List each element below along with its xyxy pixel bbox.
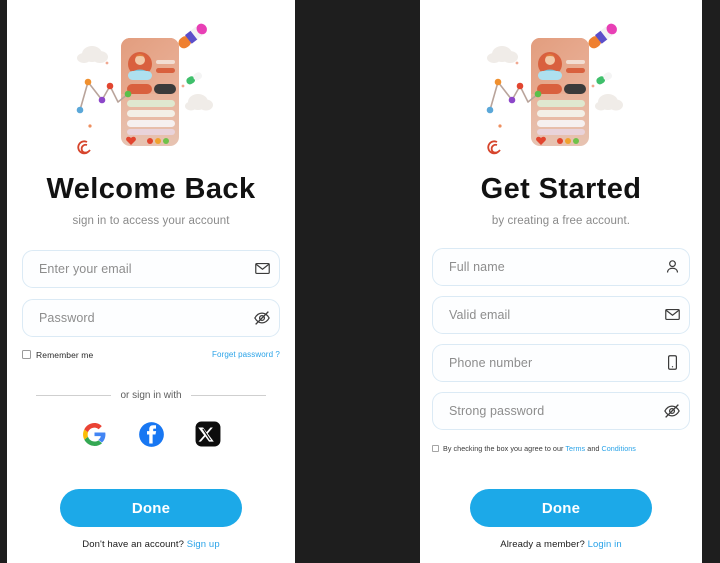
left-gutter — [0, 0, 7, 563]
login-form: Enter your email Password Remember me Fo… — [7, 249, 295, 360]
divider-line-left — [36, 394, 112, 396]
signup-illustration — [476, 16, 646, 168]
envelope-icon — [655, 306, 689, 323]
password-field[interactable]: Strong password — [432, 391, 690, 430]
login-page-title: Welcome Back — [46, 173, 256, 205]
password-field[interactable]: Password — [22, 298, 280, 337]
password-field-placeholder: Strong password — [449, 403, 545, 418]
forget-password-link[interactable]: Forget password ? — [212, 350, 280, 359]
email-field-placeholder: Valid email — [449, 307, 511, 322]
checkbox-box[interactable] — [22, 350, 31, 360]
remember-row: Remember me Forget password ? — [22, 350, 280, 360]
email-field-placeholder: Enter your email — [39, 261, 132, 276]
login-footer-text: Don't have an account? — [82, 539, 185, 550]
right-gutter — [702, 0, 720, 563]
signup-form: Full name Valid email Phone number Stron… — [420, 247, 702, 453]
phone-field-placeholder: Phone number — [449, 355, 533, 370]
eye-off-icon[interactable] — [655, 402, 689, 420]
terms-middle: and — [585, 443, 602, 453]
person-icon — [655, 258, 689, 275]
login-link[interactable]: Login in — [588, 539, 622, 550]
signup-submit-button[interactable]: Done — [470, 489, 652, 527]
terms-row: By checking the box you agree to our Ter… — [432, 444, 690, 453]
signup-page-title: Get Started — [480, 173, 642, 205]
terms-text: By checking the box you agree to our Ter… — [443, 444, 636, 453]
x-signin-button[interactable] — [194, 420, 223, 449]
remember-me-checkbox[interactable]: Remember me — [22, 350, 93, 360]
middle-gutter — [295, 0, 420, 563]
terms-prefix: By checking the box you agree to our — [443, 443, 566, 453]
email-field[interactable]: Enter your email — [22, 249, 280, 288]
login-subtitle: sign in to access your account — [72, 214, 230, 227]
signup-subtitle: by creating a free account. — [491, 214, 631, 227]
sign-up-link[interactable]: Sign up — [187, 539, 220, 550]
facebook-signin-button[interactable] — [137, 420, 166, 449]
signup-screen: Get Started by creating a free account. … — [420, 0, 702, 563]
signup-footer-text: Already a member? — [500, 539, 585, 550]
envelope-icon — [245, 260, 279, 277]
remember-me-label: Remember me — [36, 349, 94, 360]
google-signin-button[interactable] — [80, 420, 109, 449]
full-name-field[interactable]: Full name — [432, 247, 690, 286]
screenshot-stage: Welcome Back sign in to access your acco… — [0, 0, 720, 563]
eye-off-icon[interactable] — [245, 309, 279, 327]
email-field[interactable]: Valid email — [432, 295, 690, 334]
signup-footer: Already a member? Login in — [500, 539, 621, 550]
social-buttons — [80, 420, 223, 449]
terms-checkbox[interactable] — [432, 444, 439, 452]
full-name-field-placeholder: Full name — [449, 259, 505, 274]
phone-field[interactable]: Phone number — [432, 343, 690, 382]
terms-link[interactable]: Terms — [565, 444, 585, 453]
conditions-link[interactable]: Conditions — [601, 444, 635, 453]
login-illustration — [66, 16, 236, 168]
phone-icon — [655, 354, 689, 371]
divider-label: or sign in with — [120, 389, 182, 401]
social-divider: or sign in with — [36, 389, 267, 401]
login-submit-button[interactable]: Done — [60, 489, 242, 527]
login-screen: Welcome Back sign in to access your acco… — [7, 0, 295, 563]
password-field-placeholder: Password — [39, 310, 95, 325]
divider-line-right — [190, 394, 267, 396]
login-footer: Don't have an account? Sign up — [82, 539, 219, 550]
